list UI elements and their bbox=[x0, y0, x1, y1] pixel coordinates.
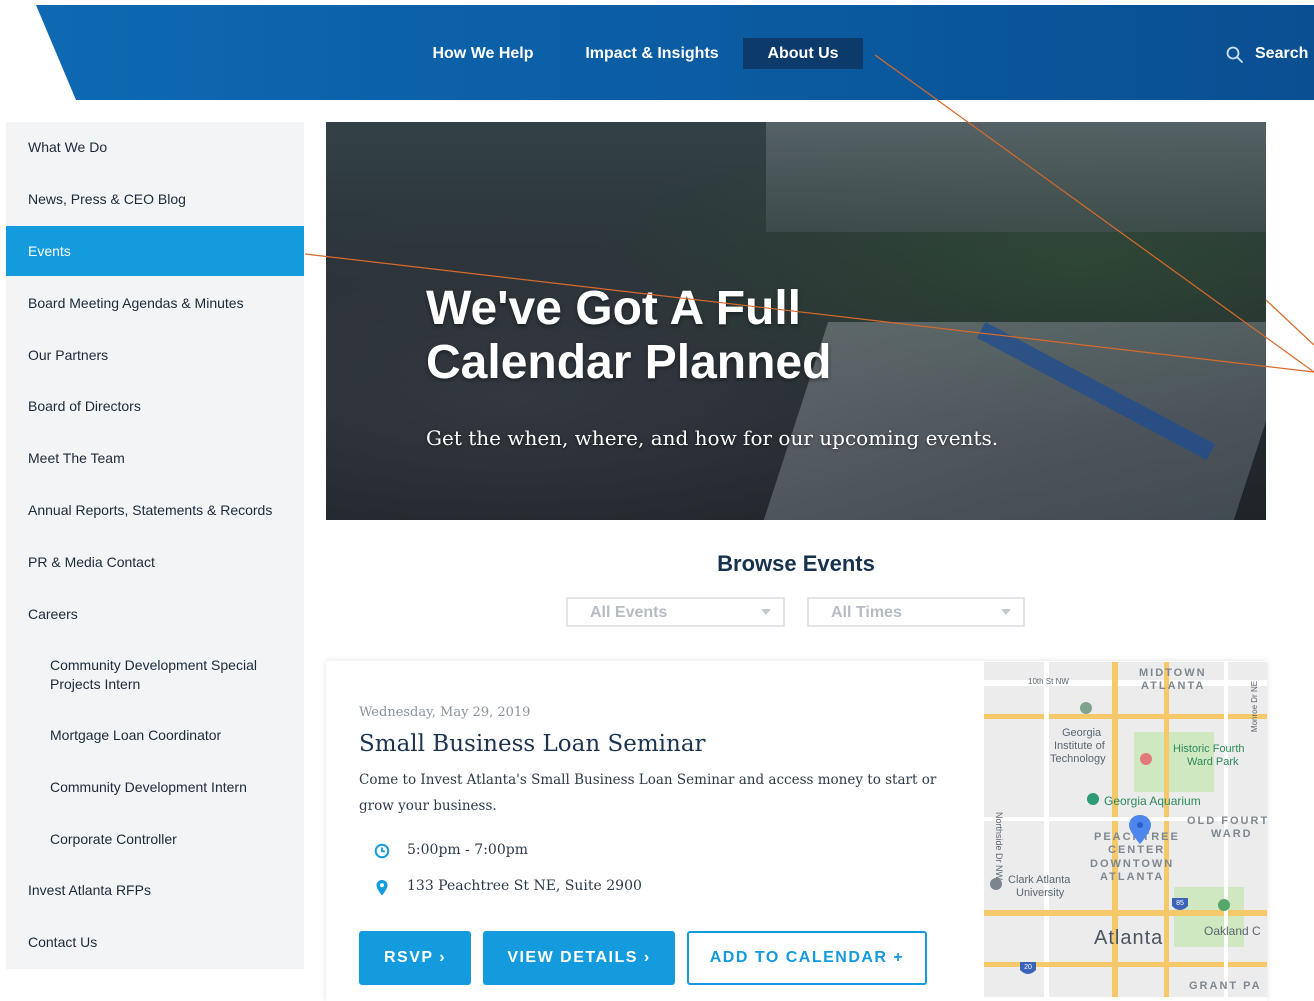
hero-title-line1: We've Got A Full bbox=[426, 282, 801, 335]
event-map[interactable]: MIDTOWN ATLANTA 10th St NW Monroe Dr NE … bbox=[984, 662, 1267, 997]
sidebar: What We Do News, Press & CEO Blog Events… bbox=[6, 122, 304, 969]
sidebar-item-events[interactable]: Events bbox=[6, 226, 304, 276]
sidebar-item-news[interactable]: News, Press & CEO Blog bbox=[6, 190, 304, 210]
sidebar-subitem-corporate-controller[interactable]: Corporate Controller bbox=[6, 830, 304, 850]
filter-events-select[interactable]: All Events bbox=[566, 597, 785, 627]
hero-banner: We've Got A Full Calendar Planned Get th… bbox=[326, 122, 1266, 520]
sidebar-item-pr-media[interactable]: PR & Media Contact bbox=[6, 553, 304, 573]
sidebar-item-label: Careers bbox=[28, 606, 78, 622]
interstate-20-label: 20 bbox=[1024, 964, 1032, 971]
sidebar-item-label: Events bbox=[28, 243, 71, 259]
interstate-shield-icon bbox=[1020, 898, 1188, 974]
hero-subtitle: Get the when, where, and how for our upc… bbox=[426, 426, 999, 450]
filter-times-select[interactable]: All Times bbox=[807, 597, 1025, 627]
view-details-button[interactable]: VIEW DETAILS › bbox=[483, 931, 675, 985]
map-marker-pin-icon bbox=[1129, 815, 1151, 844]
sidebar-item-careers[interactable]: Careers bbox=[6, 605, 304, 625]
search-label: Search bbox=[1255, 45, 1309, 62]
sidebar-item-label: Our Partners bbox=[28, 347, 109, 363]
sidebar-item-label: Contact Us bbox=[28, 934, 98, 950]
filter-times-value: All Times bbox=[831, 604, 902, 621]
sidebar-item-label: Corporate Controller bbox=[50, 831, 177, 847]
sidebar-item-annual-reports[interactable]: Annual Reports, Statements & Records bbox=[6, 501, 304, 521]
search-icon bbox=[1226, 46, 1244, 64]
sidebar-item-label: What We Do bbox=[28, 139, 108, 155]
sidebar-item-label: Annual Reports, Statements & Records bbox=[28, 502, 273, 518]
sidebar-item-rfps[interactable]: Invest Atlanta RFPs bbox=[6, 881, 304, 901]
rsvp-button[interactable]: RSVP › bbox=[359, 931, 471, 985]
sidebar-subitem-mortgage-coordinator[interactable]: Mortgage Loan Coordinator bbox=[6, 726, 304, 746]
event-description: Come to Invest Atlanta's Small Business … bbox=[359, 772, 937, 814]
sidebar-item-label: Board Meeting Agendas & Minutes bbox=[28, 295, 244, 311]
map-markers: 85 20 bbox=[990, 702, 1230, 974]
event-title[interactable]: Small Business Loan Seminar bbox=[359, 731, 706, 757]
main-nav: How We Help Impact & Insights About Us bbox=[0, 38, 1314, 69]
sidebar-item-label: Board of Directors bbox=[28, 398, 141, 414]
map-pin-icon bbox=[376, 880, 388, 896]
sidebar-item-label: Meet The Team bbox=[28, 450, 125, 466]
chevron-down-icon bbox=[761, 609, 771, 615]
nav-how-we-help[interactable]: How We Help bbox=[418, 38, 548, 69]
browse-events-heading: Browse Events bbox=[717, 551, 875, 576]
sidebar-item-what-we-do[interactable]: What We Do bbox=[6, 138, 304, 158]
sidebar-item-label: Mortgage Loan Coordinator bbox=[50, 727, 222, 743]
event-date: Wednesday, May 29, 2019 bbox=[359, 705, 531, 720]
add-to-calendar-button[interactable]: ADD TO CALENDAR + bbox=[687, 931, 927, 985]
filter-events-value: All Events bbox=[590, 604, 668, 621]
nav-about-us[interactable]: About Us bbox=[743, 38, 863, 69]
clock-icon bbox=[374, 843, 390, 859]
hero-title-line2: Calendar Planned bbox=[426, 336, 832, 389]
annotation-line bbox=[1265, 299, 1314, 346]
hero-title: We've Got A Full Calendar Planned bbox=[426, 282, 1126, 390]
sidebar-item-label: News, Press & CEO Blog bbox=[28, 191, 186, 207]
sidebar-item-label: PR & Media Contact bbox=[28, 554, 155, 570]
sidebar-item-contact[interactable]: Contact Us bbox=[6, 933, 304, 953]
chevron-down-icon bbox=[1001, 609, 1011, 615]
sidebar-subitem-special-projects-intern[interactable]: Community Development Special Projects I… bbox=[6, 656, 304, 696]
sidebar-item-team[interactable]: Meet The Team bbox=[6, 449, 304, 469]
sidebar-subitem-cd-intern[interactable]: Community Development Intern bbox=[6, 778, 304, 798]
sidebar-item-label: Invest Atlanta RFPs bbox=[28, 882, 151, 898]
interstate-85-label: 85 bbox=[1176, 900, 1184, 907]
sidebar-item-label: Community Development Intern bbox=[50, 779, 247, 795]
poi-marker-icon bbox=[990, 702, 1230, 911]
sidebar-item-board-meetings[interactable]: Board Meeting Agendas & Minutes bbox=[6, 294, 304, 314]
event-address-text: 133 Peachtree St NE, Suite 2900 bbox=[407, 878, 642, 894]
nav-impact-insights[interactable]: Impact & Insights bbox=[578, 38, 726, 69]
event-time-text: 5:00pm - 7:00pm bbox=[407, 842, 528, 858]
sidebar-item-label: Community Development Special Projects I… bbox=[50, 657, 257, 692]
sidebar-item-partners[interactable]: Our Partners bbox=[6, 346, 304, 366]
sidebar-item-board-directors[interactable]: Board of Directors bbox=[6, 397, 304, 417]
